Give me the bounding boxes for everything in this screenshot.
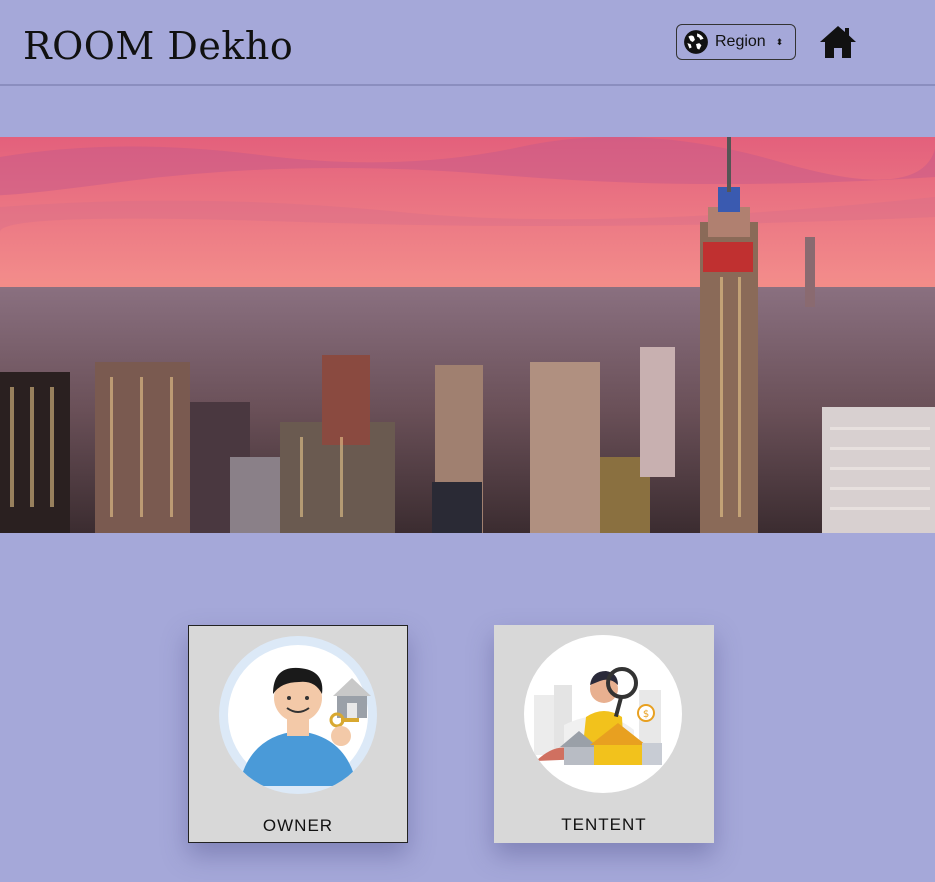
owner-label: OWNER: [262, 816, 334, 835]
brand-logo[interactable]: ROOM Dekho: [23, 24, 293, 68]
svg-text:$: $: [643, 709, 649, 720]
tenant-label: TENTENT: [561, 815, 647, 834]
globe-icon: [684, 30, 708, 54]
chevron-updown-icon: ⬍: [775, 36, 784, 47]
tenant-illustration: $: [524, 635, 682, 793]
region-label: Region: [715, 33, 766, 50]
region-select[interactable]: Region ⬍: [676, 24, 796, 60]
home-icon[interactable]: [818, 24, 858, 60]
owner-card[interactable]: OWNER: [188, 625, 408, 843]
hero-city-skyline-image: [0, 137, 935, 533]
owner-illustration: [219, 636, 377, 794]
tenant-card[interactable]: $ TENTENT: [494, 625, 714, 843]
top-header: ROOM Dekho Region ⬍: [0, 0, 935, 86]
